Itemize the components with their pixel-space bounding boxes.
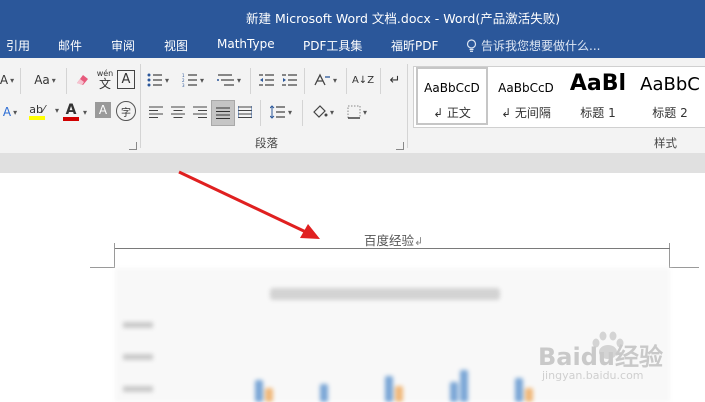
baidu-jingyan-watermark: Baidu经验 jingyan.baidu.com — [536, 325, 696, 390]
watermark-brand: Baidu经验 — [538, 343, 663, 371]
watermark-url: jingyan.baidu.com — [542, 369, 644, 382]
